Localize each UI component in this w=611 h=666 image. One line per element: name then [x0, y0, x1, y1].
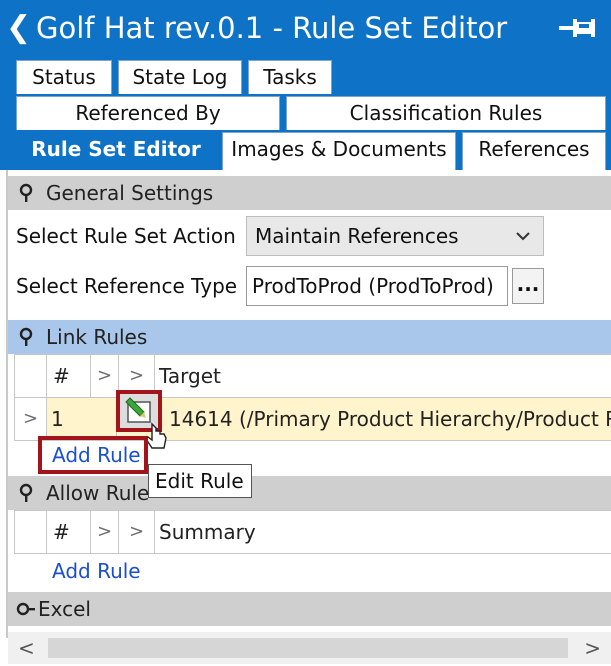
section-title: General Settings	[46, 181, 214, 205]
section-title: Link Rules	[46, 325, 148, 349]
excel-header[interactable]: Excel	[8, 592, 611, 626]
tab-strip: Status State Log Tasks Referenced By Cla…	[0, 58, 611, 170]
chevron-down-icon	[516, 232, 530, 241]
pin-icon	[19, 327, 33, 346]
horizontal-scrollbar[interactable]: < >	[8, 632, 611, 664]
allow-rules-header[interactable]: Allow Rule	[8, 476, 611, 510]
edit-rule-tooltip: Edit Rule	[148, 464, 252, 498]
pin-unpinned-icon	[16, 602, 35, 616]
column-header-number[interactable]: #	[47, 355, 91, 397]
column-header-number[interactable]: #	[47, 511, 91, 553]
editor-content: General Settings Select Rule Set Action …	[0, 170, 611, 666]
tab-references[interactable]: References	[462, 132, 606, 170]
tab-rule-set-editor[interactable]: Rule Set Editor	[16, 132, 216, 170]
reference-type-label: Select Reference Type	[16, 274, 238, 298]
rule-set-editor-window: ❮ Golf Hat rev.0.1 - Rule Set Editor Sta…	[0, 0, 611, 666]
tab-referenced-by[interactable]: Referenced By	[16, 96, 280, 130]
allow-rules-grid: # > > Summary	[14, 510, 611, 554]
title-bar: ❮ Golf Hat rev.0.1 - Rule Set Editor	[0, 0, 611, 58]
browse-button[interactable]: ...	[512, 268, 544, 304]
rule-set-action-label: Select Rule Set Action	[16, 224, 236, 248]
link-rules-header[interactable]: Link Rules	[8, 320, 611, 354]
row-selector-header	[15, 511, 47, 553]
scrollbar-thumb[interactable]	[48, 638, 568, 658]
pin-icon	[19, 183, 33, 202]
back-icon[interactable]: ❮	[6, 10, 31, 46]
add-allow-rule-link[interactable]: Add Rule	[52, 556, 141, 586]
tab-images-documents[interactable]: Images & Documents	[222, 132, 456, 170]
tab-status[interactable]: Status	[16, 60, 112, 94]
window-title: Golf Hat rev.0.1 - Rule Set Editor	[36, 11, 508, 45]
tab-state-log[interactable]: State Log	[118, 60, 242, 94]
general-settings-header[interactable]: General Settings	[8, 176, 611, 210]
column-header-expand[interactable]: >	[119, 511, 155, 553]
section-title: Allow Rule	[46, 481, 150, 505]
column-header-expand[interactable]: >	[91, 511, 119, 553]
tab-tasks[interactable]: Tasks	[248, 60, 332, 94]
row-selector-header	[15, 355, 47, 397]
reference-type-field[interactable]: ProdToProd (ProdToProd)	[246, 266, 508, 306]
column-header-expand[interactable]: >	[91, 355, 119, 397]
column-header-summary[interactable]: Summary	[155, 511, 611, 553]
scroll-right-icon[interactable]: >	[584, 638, 601, 658]
rule-set-action-select[interactable]: Maintain References	[246, 216, 544, 256]
section-title: Excel	[38, 597, 91, 621]
table-row[interactable]: > 1 14614 (/Primary Product Hierarchy/Pr…	[14, 397, 611, 441]
pin-icon[interactable]	[557, 12, 597, 44]
add-link-rule-link[interactable]: Add Rule	[52, 440, 141, 470]
rule-number: 1	[47, 398, 117, 440]
reference-type-row: Select Reference Type ProdToProd (ProdTo…	[0, 266, 611, 306]
row-expander[interactable]: >	[15, 398, 47, 440]
grid-header-row: # > > Summary	[14, 510, 611, 554]
tab-classification-rules[interactable]: Classification Rules	[286, 96, 606, 130]
rule-set-action-row: Select Rule Set Action Maintain Referenc…	[0, 216, 611, 256]
pin-icon	[19, 483, 33, 502]
rule-target: 14614 (/Primary Product Hierarchy/Produc…	[167, 398, 611, 440]
column-header-target[interactable]: Target	[155, 355, 611, 397]
grid-header-row: # > > Target	[14, 354, 611, 398]
scroll-left-icon[interactable]: <	[18, 638, 35, 658]
